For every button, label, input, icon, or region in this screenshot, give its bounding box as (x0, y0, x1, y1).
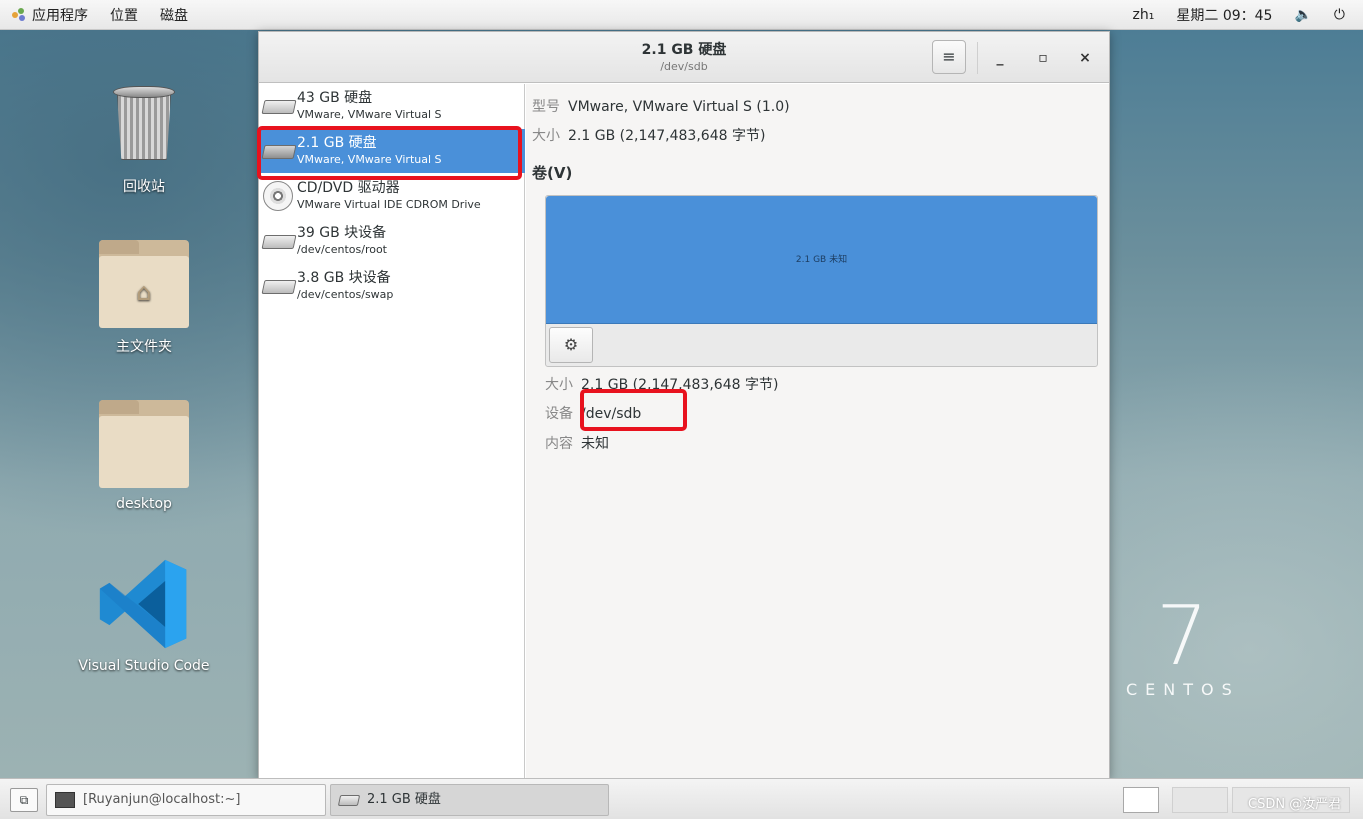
clock[interactable]: 星期二 09：45 (1176, 5, 1272, 25)
drive-title: CD/DVD 驱动器 (297, 180, 400, 196)
hamburger-icon: ≡ (942, 47, 956, 66)
block-device-icon (261, 275, 297, 297)
optical-disc-icon (263, 181, 295, 211)
partition-options-button[interactable]: ⚙ (549, 327, 593, 363)
partition-label: 2.1 GB 未知 (795, 255, 848, 265)
drive-title: 3.8 GB 块设备 (297, 270, 391, 286)
model-value: VMware, VMware Virtual S (1.0) (568, 99, 790, 115)
folder-icon (99, 400, 189, 488)
workspace-2[interactable] (1172, 787, 1228, 813)
taskbar-item-label: [Ruyanjun@localhost:~] (83, 792, 241, 807)
drive-subtitle: VMware Virtual IDE CDROM Drive (297, 198, 481, 211)
maximize-icon: ▫ (1038, 50, 1048, 66)
contents-label: 内容 (545, 436, 573, 452)
contents-value: 未知 (581, 436, 609, 452)
drive-item-swap[interactable]: 3.8 GB 块设备 /dev/centos/swap (259, 264, 525, 308)
maximize-button[interactable]: ▫ (1031, 46, 1055, 70)
hard-disk-icon (261, 95, 297, 117)
drive-menu-button[interactable]: ≡ (932, 40, 966, 74)
places-menu[interactable]: 位置 (110, 5, 138, 25)
drive-title: 43 GB 硬盘 (297, 90, 373, 106)
highlight-box-selected-drive (257, 126, 522, 180)
size-label: 大小 (532, 128, 560, 144)
centos-branding: 7 CENTOS (1126, 589, 1240, 700)
size-value: 2.1 GB (2,147,483,648 字节) (568, 128, 766, 144)
desktop-icon-home[interactable]: ⌂ 主文件夹 (64, 240, 224, 356)
drive-list: 43 GB 硬盘 VMware, VMware Virtual S 2.1 GB… (259, 84, 525, 779)
terminal-icon (55, 792, 75, 808)
desktop-icon-vscode[interactable]: Visual Studio Code (64, 556, 224, 674)
drive-subtitle: /dev/centos/root (297, 243, 387, 256)
header-separator (977, 42, 978, 74)
taskbar-item-disks[interactable]: 2.1 GB 硬盘 (330, 784, 609, 816)
window-headerbar[interactable]: 2.1 GB 硬盘 /dev/sdb ≡ _ ▫ × (259, 32, 1109, 83)
watermark: CSDN @汝严君 (1248, 797, 1342, 812)
desktop-icon-label: 主文件夹 (116, 339, 172, 355)
volume-icon[interactable]: 🔈 (1294, 7, 1311, 23)
close-button[interactable]: × (1073, 46, 1097, 70)
bottom-taskbar: ⧉ [Ruyanjun@localhost:~] 2.1 GB 硬盘 CSDN … (0, 778, 1363, 819)
taskbar-item-label: 2.1 GB 硬盘 (367, 792, 441, 807)
disks-app-menu[interactable]: 磁盘 (160, 5, 188, 25)
partition-block[interactable]: 2.1 GB 未知 (546, 196, 1097, 324)
desktop-icon-label: Visual Studio Code (78, 658, 210, 674)
applications-label: 应用程序 (32, 7, 88, 24)
model-row: 型号 VMware, VMware Virtual S (1.0) (532, 96, 790, 116)
desktop-icon-desktop-folder[interactable]: desktop (64, 400, 224, 512)
highlight-box-device (580, 389, 687, 431)
top-panel: 应用程序 位置 磁盘 zh₁ 星期二 09：45 🔈 ⏻ (0, 0, 1363, 30)
applications-menu[interactable]: 应用程序 (12, 5, 88, 25)
volume-size-label: 大小 (545, 377, 573, 393)
centos-wordmark: CENTOS (1126, 680, 1240, 699)
drive-title: 39 GB 块设备 (297, 225, 387, 241)
power-icon[interactable]: ⏻ (1334, 7, 1345, 23)
window-subtitle: /dev/sdb (660, 60, 708, 73)
trash-icon (113, 86, 175, 162)
applications-icon (12, 7, 26, 22)
disks-app-icon (337, 792, 361, 808)
drive-item-cdrom[interactable]: CD/DVD 驱动器 VMware Virtual IDE CDROM Driv… (259, 174, 525, 218)
home-folder-icon: ⌂ (99, 240, 189, 328)
workspace-1[interactable] (1123, 787, 1159, 813)
window-title: 2.1 GB 硬盘 (641, 42, 727, 58)
size-row: 大小 2.1 GB (2,147,483,648 字节) (532, 125, 765, 145)
taskbar-item-terminal[interactable]: [Ruyanjun@localhost:~] (46, 784, 326, 816)
model-label: 型号 (532, 99, 560, 115)
show-desktop-icon: ⧉ (19, 793, 29, 807)
volume-map: 2.1 GB 未知 ⚙ (545, 195, 1098, 367)
volumes-heading: 卷(V) (532, 164, 573, 182)
desktop-icon-label: 回收站 (123, 179, 165, 195)
drive-item-43gb[interactable]: 43 GB 硬盘 VMware, VMware Virtual S (259, 84, 525, 128)
drive-subtitle: /dev/centos/swap (297, 288, 394, 301)
drive-item-root[interactable]: 39 GB 块设备 /dev/centos/root (259, 219, 525, 263)
minimize-icon: _ (996, 50, 1004, 66)
show-desktop-button[interactable]: ⧉ (10, 788, 38, 812)
drive-subtitle: VMware, VMware Virtual S (297, 108, 442, 121)
contents-row: 内容 未知 (545, 433, 609, 453)
desktop-icon-trash[interactable]: 回收站 (64, 86, 224, 196)
desktop-icon-label: desktop (116, 496, 172, 512)
minimize-button[interactable]: _ (988, 46, 1012, 70)
device-label: 设备 (545, 406, 573, 422)
gears-icon: ⚙ (563, 335, 579, 354)
close-icon: × (1079, 50, 1091, 66)
vscode-icon (99, 559, 187, 649)
input-method-indicator[interactable]: zh₁ (1133, 7, 1155, 23)
centos-version: 7 (1156, 589, 1209, 684)
drive-details: 型号 VMware, VMware Virtual S (1.0) 大小 2.1 G… (526, 84, 1109, 779)
block-device-icon (261, 230, 297, 252)
